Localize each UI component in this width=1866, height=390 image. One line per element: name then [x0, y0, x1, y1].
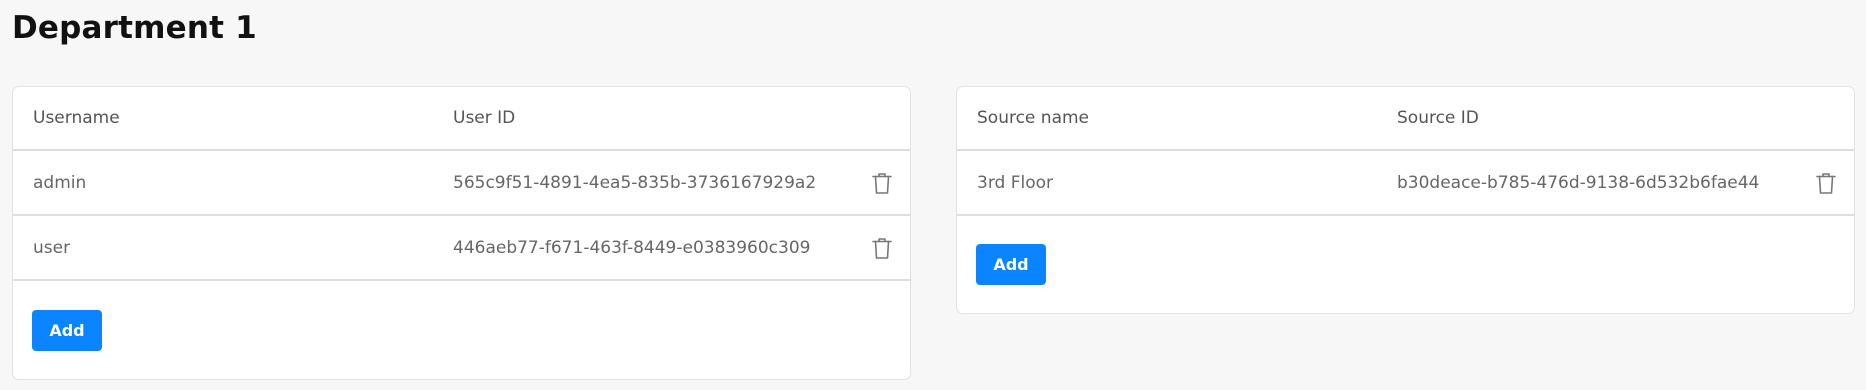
column-header-user-id: User ID	[453, 108, 516, 128]
column-header-source-id: Source ID	[1397, 108, 1479, 128]
column-header-source-name: Source name	[977, 108, 1090, 128]
add-user-button[interactable]: Add	[32, 310, 102, 351]
column-header-username: Username	[33, 108, 120, 128]
sources-table-header: Source name Source ID	[957, 87, 1854, 151]
table-row: 3rd Floor b30deace-b785-476d-9138-6d532b…	[957, 151, 1854, 216]
page-title: Department 1	[12, 10, 257, 46]
table-row: admin 565c9f51-4891-4ea5-835b-3736167929…	[13, 151, 910, 216]
user-id-cell: 446aeb77-f671-463f-8449-e0383960c309	[453, 237, 811, 258]
username-cell: admin	[33, 172, 87, 193]
user-id-cell: 565c9f51-4891-4ea5-835b-3736167929a2	[453, 172, 817, 193]
source-id-cell: b30deace-b785-476d-9138-6d532b6fae44	[1397, 172, 1760, 193]
username-cell: user	[33, 237, 71, 258]
users-table-header: Username User ID	[13, 87, 910, 151]
users-card: Username User ID admin 565c9f51-4891-4ea…	[12, 86, 911, 380]
table-row: user 446aeb77-f671-463f-8449-e0383960c30…	[13, 216, 910, 281]
source-name-cell: 3rd Floor	[977, 172, 1053, 193]
trash-icon[interactable]	[871, 171, 893, 195]
trash-icon[interactable]	[871, 236, 893, 260]
add-source-button[interactable]: Add	[976, 244, 1046, 285]
sources-card: Source name Source ID 3rd Floor b30deace…	[956, 86, 1855, 314]
trash-icon[interactable]	[1815, 171, 1837, 195]
